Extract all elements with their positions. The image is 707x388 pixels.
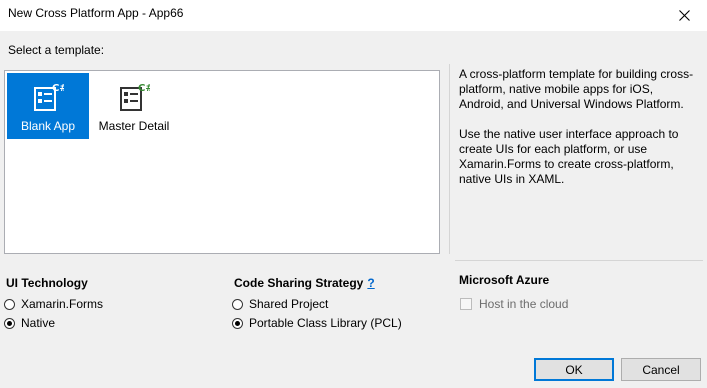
radio-pcl[interactable]: Portable Class Library (PCL) [232, 316, 402, 330]
radio-label: Shared Project [249, 297, 329, 311]
template-description: A cross-platform template for building c… [459, 67, 699, 202]
template-label: Blank App [20, 119, 76, 133]
ok-button[interactable]: OK [534, 358, 614, 381]
svg-text:C#: C# [52, 83, 64, 94]
radio-label: Native [21, 316, 56, 330]
radio-xamarin-forms[interactable]: Xamarin.Forms [4, 297, 103, 311]
radio-shared-project[interactable]: Shared Project [232, 297, 328, 311]
radio-button [232, 317, 243, 329]
radio-native[interactable]: Native [4, 316, 55, 330]
horizontal-divider [455, 260, 703, 261]
close-button[interactable] [661, 0, 707, 31]
title-bar: New Cross Platform App - App66 [0, 0, 707, 31]
close-icon [678, 10, 690, 21]
radio-button [4, 298, 15, 310]
host-in-cloud-checkbox[interactable]: Host in the cloud [460, 297, 568, 311]
master-detail-icon: C# [118, 81, 154, 113]
checkbox-label: Host in the cloud [479, 297, 569, 311]
window-title: New Cross Platform App - App66 [8, 6, 184, 20]
help-link[interactable]: ? [367, 276, 374, 290]
template-label: Master Detail [98, 119, 170, 133]
azure-title: Microsoft Azure [459, 273, 550, 287]
svg-text:C#: C# [138, 83, 150, 94]
radio-label: Portable Class Library (PCL) [249, 316, 402, 330]
description-paragraph: Use the native user interface approach t… [459, 127, 679, 186]
vertical-divider [449, 64, 450, 254]
template-master-detail[interactable]: C# Master Detail [93, 73, 175, 139]
checkbox-box [460, 298, 472, 310]
template-prompt: Select a template: [8, 43, 105, 57]
blank-app-icon: C# [32, 81, 68, 113]
template-list[interactable]: C# Blank App C# Master Detail [4, 70, 440, 254]
radio-label: Xamarin.Forms [21, 297, 104, 311]
description-paragraph: A cross-platform template for building c… [459, 67, 694, 111]
code-sharing-title: Code Sharing Strategy? [234, 276, 375, 290]
radio-button [232, 298, 243, 310]
radio-button [4, 317, 15, 329]
cancel-button[interactable]: Cancel [621, 358, 701, 381]
template-blank-app[interactable]: C# Blank App [7, 73, 89, 139]
code-sharing-title-text: Code Sharing Strategy [234, 276, 364, 290]
ui-technology-title: UI Technology [6, 276, 88, 290]
